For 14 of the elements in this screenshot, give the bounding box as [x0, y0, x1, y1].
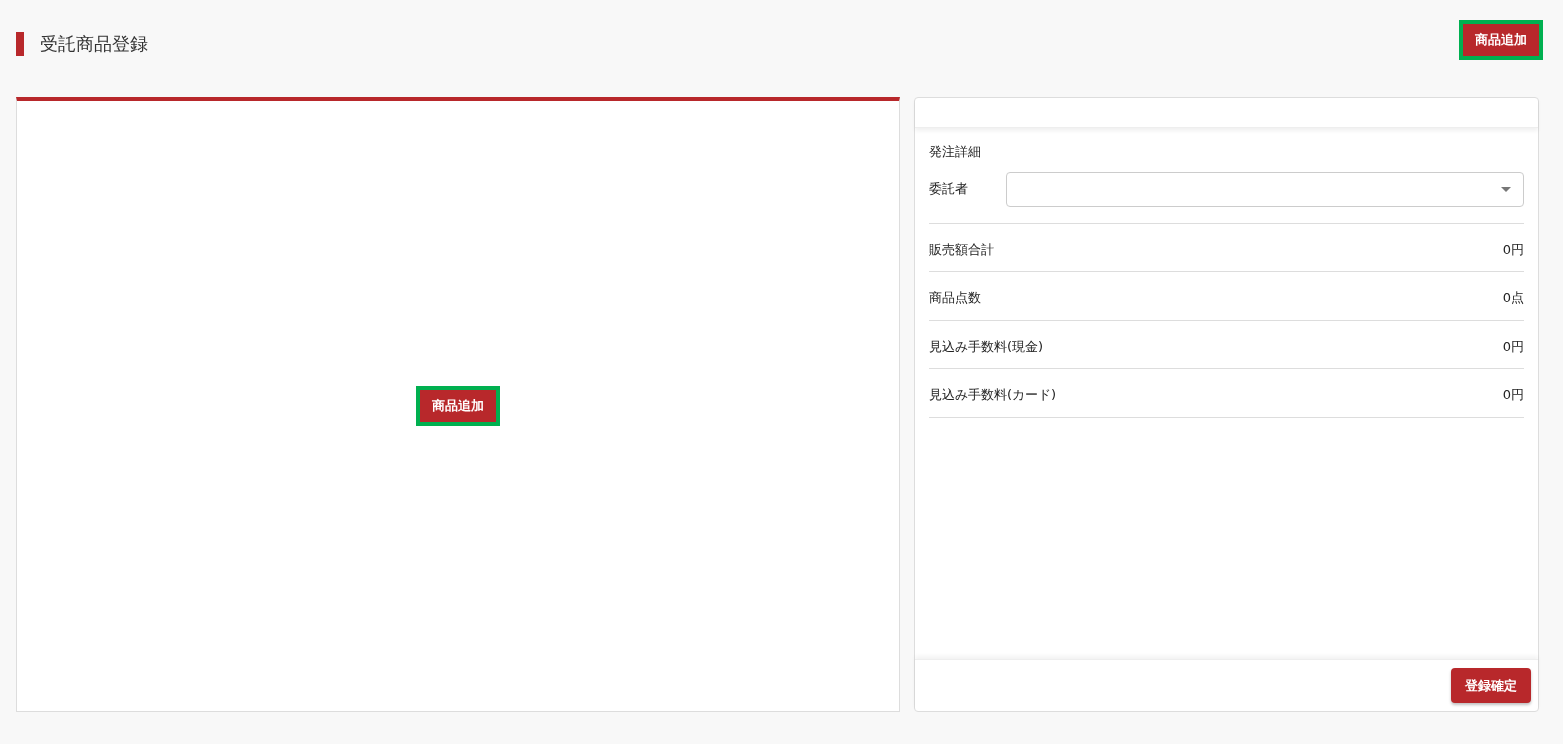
summary-label: 販売額合計: [929, 240, 994, 259]
summary-label: 商品点数: [929, 289, 981, 307]
summary-label: 見込み手数料(現金): [929, 337, 1044, 356]
page-title: 受託商品登録: [16, 32, 148, 56]
section-title: 発注詳細: [929, 143, 982, 161]
field-label: 委託者: [929, 180, 969, 199]
summary-value: 0円: [1502, 337, 1524, 356]
summary-value: 0円: [1502, 386, 1524, 404]
caret-icon: [1501, 186, 1511, 192]
consignor-dropdown[interactable]: [1006, 171, 1524, 207]
summary-value: 0点: [1502, 289, 1524, 307]
summary-value: 0円: [1502, 240, 1524, 259]
confirm-button[interactable]: 登録確定: [1451, 667, 1531, 703]
summary-label: 見込み手数料(カード): [929, 386, 1057, 404]
